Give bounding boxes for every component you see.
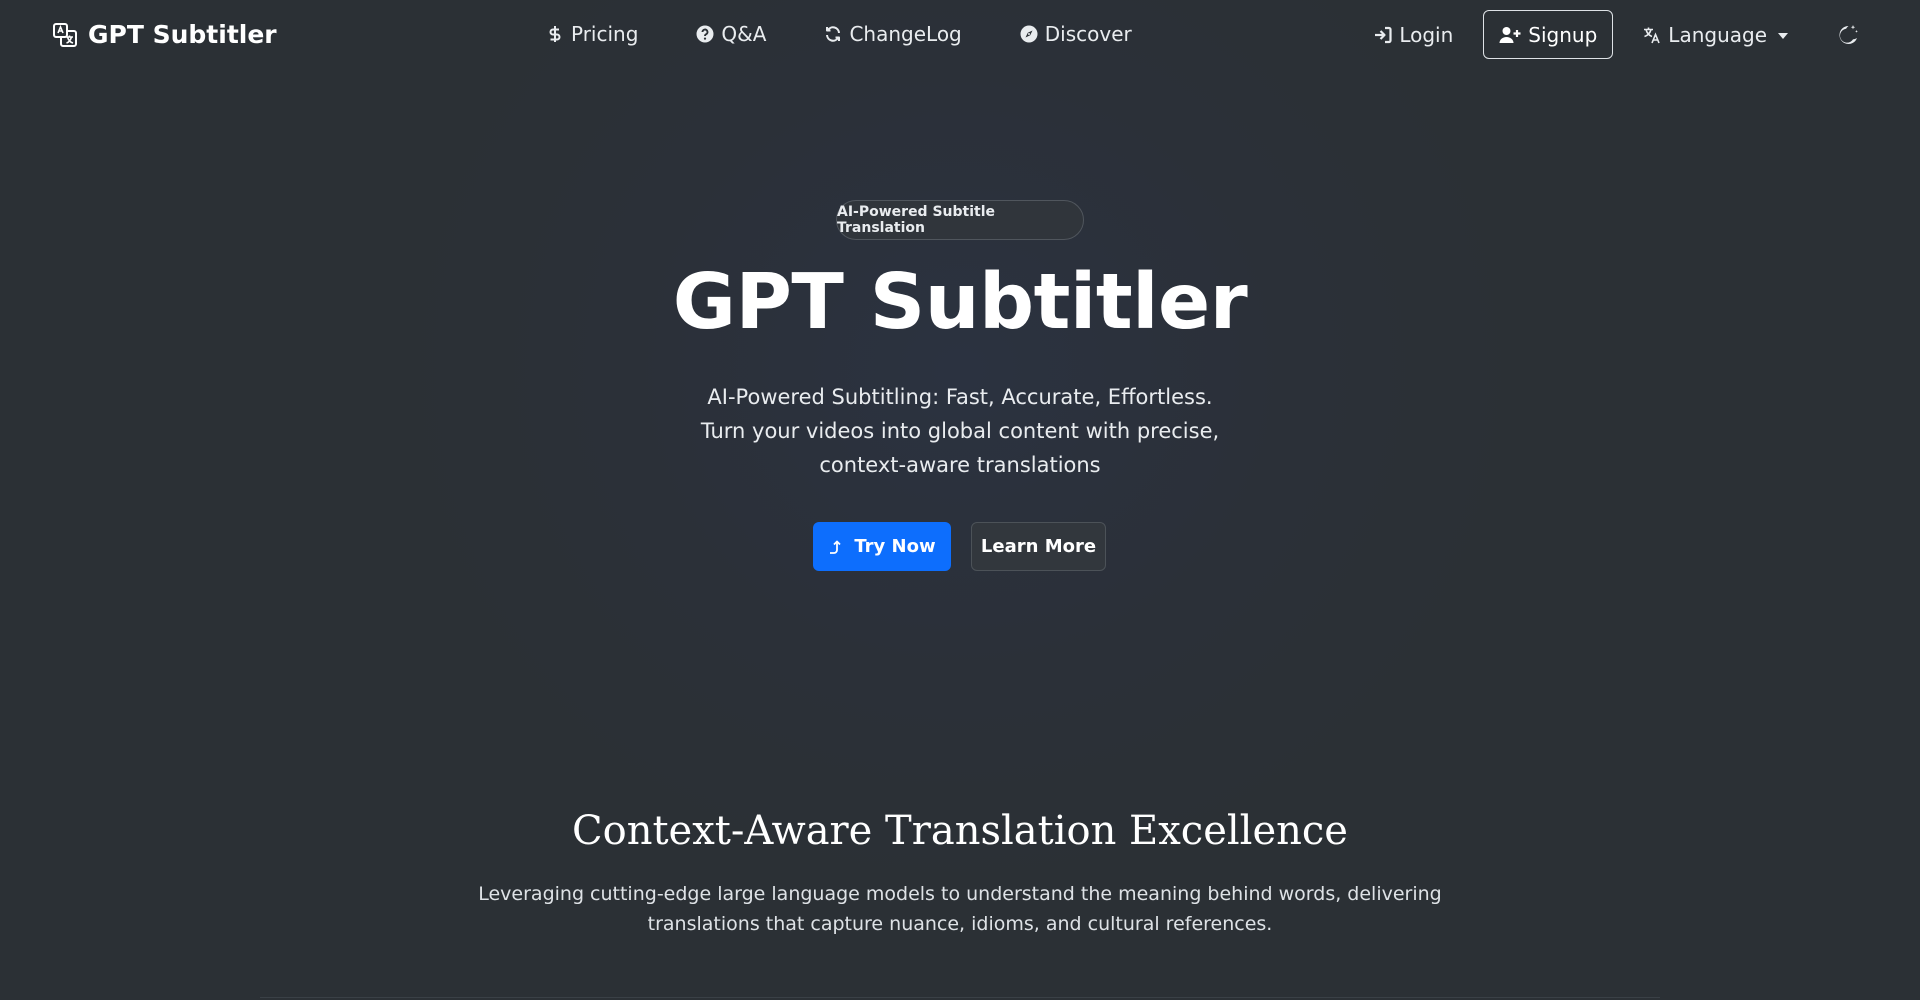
compass-icon [1020, 25, 1038, 43]
hero-actions: Try Now Learn More [813, 522, 1106, 571]
try-now-label: Try Now [854, 536, 936, 557]
upload-arrow-icon [828, 539, 844, 555]
nav-discover-label: Discover [1044, 22, 1132, 46]
sign-in-icon [1374, 26, 1392, 44]
hero-badge-label: AI-Powered Subtitle Translation [837, 204, 996, 236]
nav-pricing[interactable]: Pricing [546, 22, 638, 46]
hero-badge: AI-Powered Subtitle Translation [836, 200, 1084, 240]
nav-discover[interactable]: Discover [1020, 22, 1132, 46]
signup-button[interactable]: Signup [1483, 10, 1614, 59]
question-circle-icon [696, 25, 714, 43]
chevron-down-icon [1778, 32, 1788, 39]
login-label: Login [1399, 22, 1454, 47]
signup-label: Signup [1528, 22, 1598, 47]
login-link[interactable]: Login [1374, 23, 1453, 47]
features-description: Leveraging cutting-edge large language m… [470, 879, 1450, 939]
language-icon [1643, 26, 1661, 44]
brand-link[interactable]: GPT Subtitler [52, 20, 277, 49]
nav-changelog-label: ChangeLog [849, 22, 962, 46]
user-plus-icon [1499, 26, 1521, 44]
try-now-button[interactable]: Try Now [813, 522, 951, 571]
hero-title: GPT Subtitler [672, 258, 1248, 347]
dollar-icon [546, 25, 564, 43]
hero-subtitle-line: Turn your videos into global content wit… [700, 419, 1220, 443]
section-divider [260, 997, 1660, 998]
features-title: Context-Aware Translation Excellence [572, 808, 1348, 854]
nav-changelog[interactable]: ChangeLog [824, 22, 962, 46]
translate-icon [52, 22, 78, 48]
moon-stars-icon [1836, 23, 1860, 47]
nav-qa[interactable]: Q&A [696, 22, 766, 46]
learn-more-button[interactable]: Learn More [971, 522, 1106, 571]
navbar: GPT Subtitler Pricing Q&A ChangeLog Disc… [0, 0, 1920, 72]
language-label: Language [1668, 22, 1767, 47]
hero-subtitle-line: context-aware translations [819, 453, 1101, 477]
hero-subtitle-line: AI-Powered Subtitling: Fast, Accurate, E… [707, 385, 1213, 409]
account-nav: Login Signup Language [1374, 10, 1860, 59]
nav-pricing-label: Pricing [571, 22, 639, 46]
language-dropdown[interactable]: Language [1643, 23, 1788, 47]
theme-toggle[interactable] [1836, 23, 1860, 47]
hero-subtitle: AI-Powered Subtitling: Fast, Accurate, E… [660, 380, 1260, 482]
features-description-line: Leveraging cutting-edge large language m… [478, 883, 1442, 905]
nav-qa-label: Q&A [721, 22, 767, 46]
main-nav: Pricing Q&A ChangeLog Discover [546, 22, 1132, 46]
learn-more-label: Learn More [980, 536, 1097, 557]
brand-name: GPT Subtitler [88, 20, 277, 49]
features-description-line: translations that capture nuance, idioms… [647, 913, 1273, 935]
refresh-icon [824, 25, 842, 43]
